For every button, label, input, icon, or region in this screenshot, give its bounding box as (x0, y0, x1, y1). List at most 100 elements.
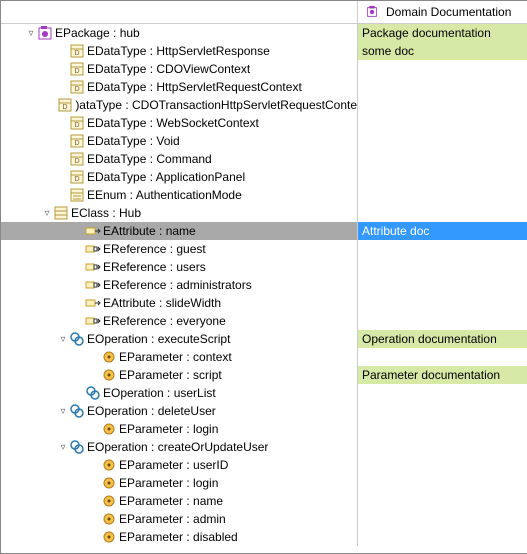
tree-row[interactable]: D)ataType : CDOTransactionHttpServletReq… (1, 96, 527, 114)
doc-cell[interactable] (358, 78, 527, 96)
tree-row[interactable]: EAttribute : slideWidth (1, 294, 527, 312)
doc-cell[interactable] (358, 258, 527, 276)
tree-cell[interactable]: EAttribute : slideWidth (1, 294, 358, 312)
tree-row[interactable]: DEDataType : HttpServletRequestContext (1, 78, 527, 96)
parameter-icon (101, 349, 117, 365)
doc-cell[interactable] (358, 114, 527, 132)
reference-icon (85, 241, 101, 257)
tree-row[interactable]: ▿EOperation : executeScriptOperation doc… (1, 330, 527, 348)
doc-cell[interactable]: Attribute doc (358, 222, 527, 240)
tree-cell[interactable]: DEDataType : Command (1, 150, 358, 168)
tree-cell[interactable]: D)ataType : CDOTransactionHttpServletReq… (1, 96, 358, 114)
tree-row[interactable]: EOperation : userList (1, 384, 527, 402)
tree-cell[interactable]: ▿EOperation : createOrUpdateUser (1, 438, 358, 456)
tree-row[interactable]: EParameter : login (1, 420, 527, 438)
tree-cell[interactable]: EParameter : name (1, 492, 358, 510)
tree-row[interactable]: ▿EPackage : hubPackage documentation (1, 24, 527, 42)
doc-cell[interactable]: Parameter documentation (358, 366, 527, 384)
tree-row[interactable]: EAttribute : nameAttribute doc (1, 222, 527, 240)
node-label: EParameter : disabled (119, 530, 238, 544)
tree-cell[interactable]: EOperation : userList (1, 384, 358, 402)
attribute-icon (85, 223, 101, 239)
tree-cell[interactable]: ▿EPackage : hub (1, 24, 358, 42)
doc-cell[interactable] (358, 510, 527, 528)
tree-cell[interactable]: EReference : administrators (1, 276, 358, 294)
tree-row[interactable]: EParameter : script Parameter documentati… (1, 366, 527, 384)
tree-cell[interactable]: DEDataType : ApplicationPanel (1, 168, 358, 186)
tree-row[interactable]: EReference : everyone (1, 312, 527, 330)
doc-cell[interactable] (358, 420, 527, 438)
tree-row[interactable]: DEDataType : CDOViewContext (1, 60, 527, 78)
doc-cell[interactable]: some doc (358, 42, 527, 60)
node-label: EDataType : WebSocketContext (87, 116, 259, 130)
tree-cell[interactable]: DEDataType : HttpServletRequestContext (1, 78, 358, 96)
doc-cell[interactable] (358, 168, 527, 186)
expand-toggle[interactable]: ▿ (41, 208, 53, 219)
doc-cell[interactable] (358, 60, 527, 78)
tree-cell[interactable]: EReference : everyone (1, 312, 358, 330)
doc-cell[interactable] (358, 456, 527, 474)
expand-toggle[interactable]: ▿ (57, 442, 69, 453)
doc-cell[interactable]: Operation documentation (358, 330, 527, 348)
tree-cell[interactable]: DEDataType : WebSocketContext (1, 114, 358, 132)
tree-row[interactable]: ▿EClass : Hub (1, 204, 527, 222)
tree-cell[interactable]: DEDataType : Void (1, 132, 358, 150)
tree-row[interactable]: EReference : guest (1, 240, 527, 258)
header-tree-column[interactable] (1, 1, 358, 23)
doc-cell[interactable] (358, 276, 527, 294)
doc-cell[interactable] (358, 312, 527, 330)
doc-cell[interactable] (358, 528, 527, 546)
tree-cell[interactable]: EParameter : admin (1, 510, 358, 528)
tree-cell[interactable]: ▿EOperation : executeScript (1, 330, 358, 348)
tree-cell[interactable]: DEDataType : CDOViewContext (1, 60, 358, 78)
tree-cell[interactable]: EParameter : script (1, 366, 358, 384)
doc-cell[interactable] (358, 474, 527, 492)
tree-row[interactable]: EParameter : login (1, 474, 527, 492)
tree-cell[interactable]: EParameter : login (1, 474, 358, 492)
tree-row[interactable]: ▿EOperation : createOrUpdateUser (1, 438, 527, 456)
tree-row[interactable]: ▿EOperation : deleteUser (1, 402, 527, 420)
doc-cell[interactable] (358, 492, 527, 510)
doc-cell[interactable] (358, 438, 527, 456)
expand-toggle[interactable]: ▿ (57, 406, 69, 417)
tree-cell[interactable]: EEnum : AuthenticationMode (1, 186, 358, 204)
doc-cell[interactable] (358, 204, 527, 222)
tree-row[interactable]: EParameter : userID (1, 456, 527, 474)
doc-cell[interactable] (358, 132, 527, 150)
tree-row[interactable]: DEDataType : WebSocketContext (1, 114, 527, 132)
tree-cell[interactable]: DEDataType : HttpServletResponse (1, 42, 358, 60)
doc-cell[interactable] (358, 294, 527, 312)
tree-row[interactable]: EEnum : AuthenticationMode (1, 186, 527, 204)
tree-row[interactable]: EParameter : disabled (1, 528, 527, 546)
tree-row[interactable]: DEDataType : Command (1, 150, 527, 168)
doc-cell[interactable] (358, 150, 527, 168)
doc-cell[interactable] (358, 186, 527, 204)
expand-toggle[interactable]: ▿ (25, 28, 37, 39)
tree-cell[interactable]: EParameter : disabled (1, 528, 358, 546)
doc-cell[interactable] (358, 96, 527, 114)
tree-cell[interactable]: EReference : users (1, 258, 358, 276)
tree-row[interactable]: DEDataType : HttpServletResponsesome doc (1, 42, 527, 60)
tree-row[interactable]: EParameter : name (1, 492, 527, 510)
doc-cell[interactable] (358, 384, 527, 402)
tree-cell[interactable]: ▿EOperation : deleteUser (1, 402, 358, 420)
expand-toggle[interactable]: ▿ (57, 334, 69, 345)
node-label: EParameter : script (119, 368, 222, 382)
doc-cell[interactable] (358, 240, 527, 258)
tree-cell[interactable]: EReference : guest (1, 240, 358, 258)
header-doc-column[interactable]: Domain Documentation (358, 1, 527, 23)
tree-row[interactable]: DEDataType : ApplicationPanel (1, 168, 527, 186)
doc-cell[interactable] (358, 348, 527, 366)
tree-row[interactable]: EReference : users (1, 258, 527, 276)
doc-cell[interactable] (358, 402, 527, 420)
tree-row[interactable]: EParameter : admin (1, 510, 527, 528)
tree-cell[interactable]: EParameter : context (1, 348, 358, 366)
tree-cell[interactable]: EAttribute : name (1, 222, 358, 240)
tree-cell[interactable]: ▿EClass : Hub (1, 204, 358, 222)
tree-row[interactable]: EParameter : context (1, 348, 527, 366)
tree-row[interactable]: DEDataType : Void (1, 132, 527, 150)
tree-cell[interactable]: EParameter : userID (1, 456, 358, 474)
doc-cell[interactable]: Package documentation (358, 24, 527, 42)
tree-row[interactable]: EReference : administrators (1, 276, 527, 294)
tree-cell[interactable]: EParameter : login (1, 420, 358, 438)
